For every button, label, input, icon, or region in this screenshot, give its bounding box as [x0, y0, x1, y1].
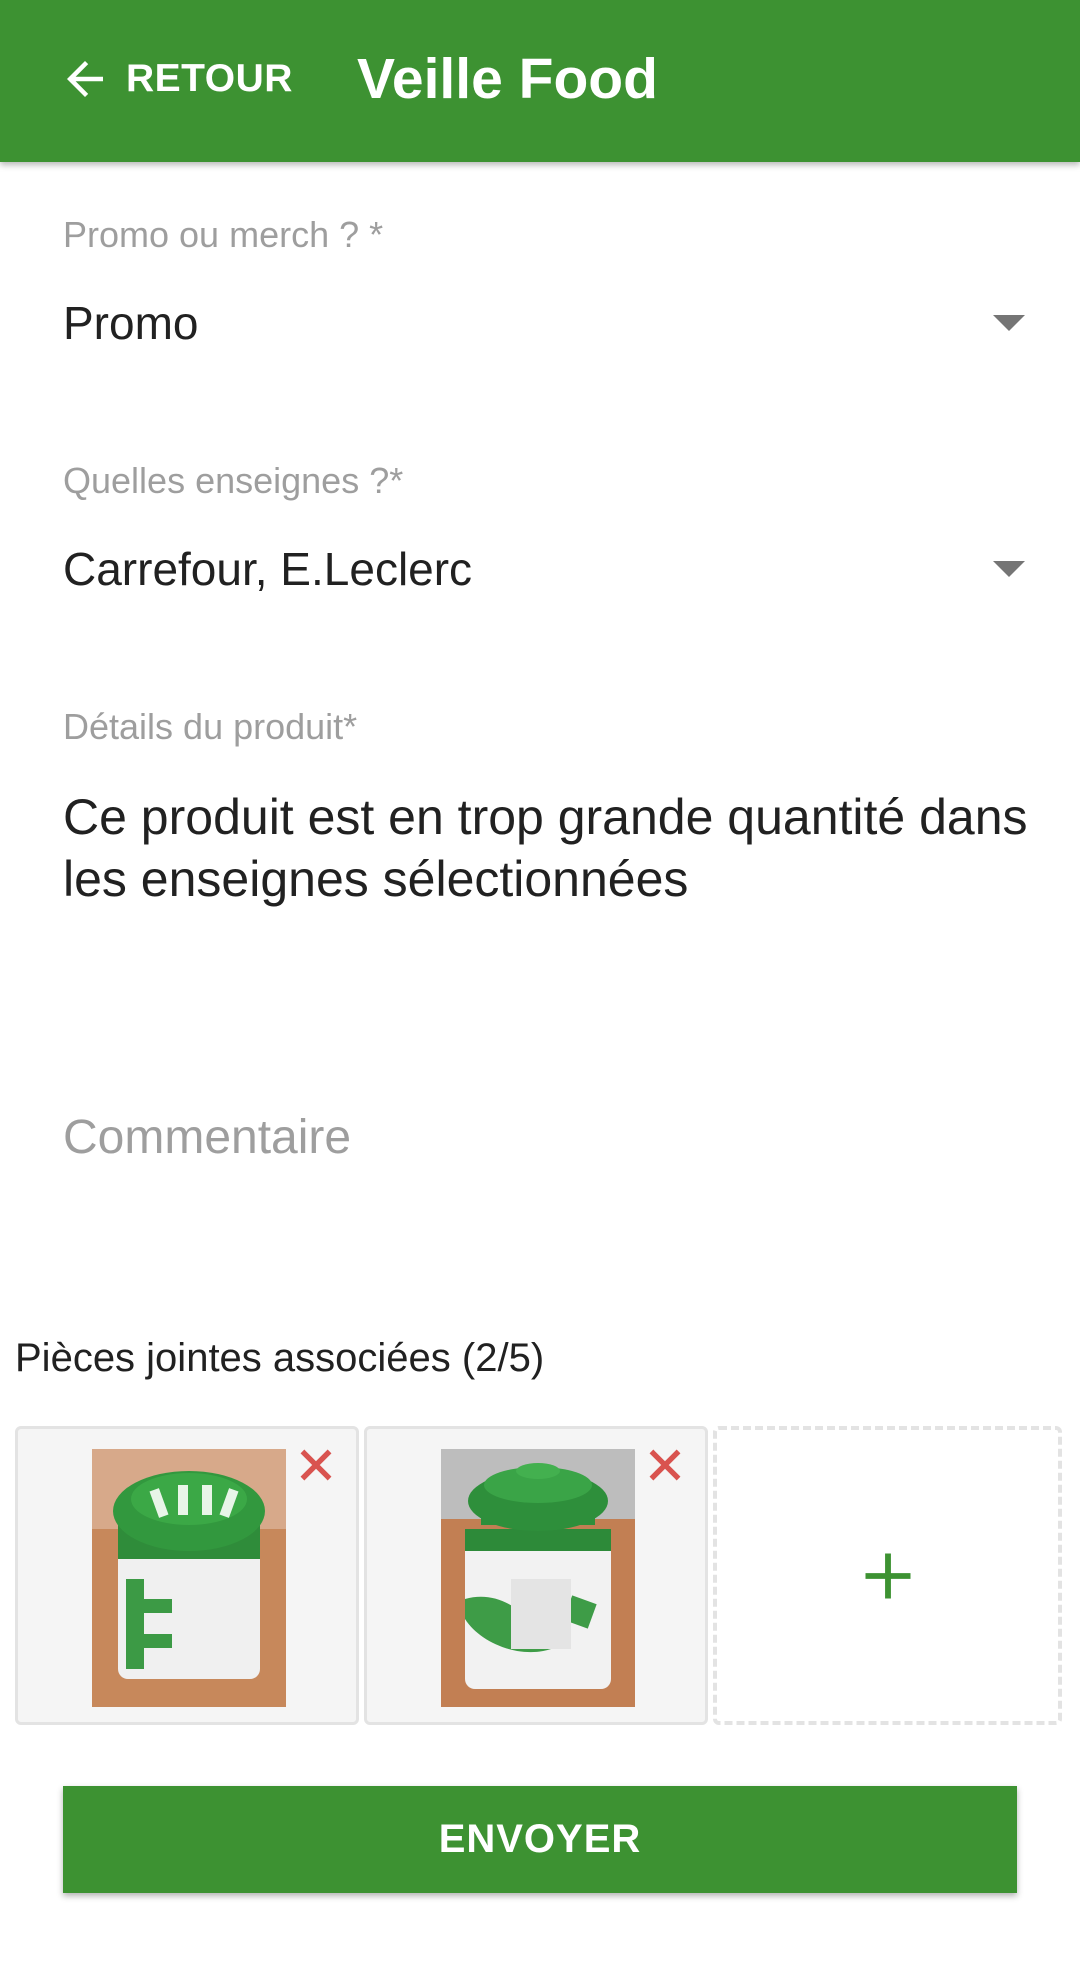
- remove-attachment-button[interactable]: [645, 1445, 685, 1485]
- dropdown-caret-icon: [993, 561, 1025, 577]
- plus-icon: [861, 1549, 915, 1603]
- stores-field-label: Quelles enseignes ?*: [63, 460, 404, 501]
- close-icon: [649, 1449, 681, 1481]
- attachment-item[interactable]: [364, 1426, 708, 1725]
- type-field-label: Promo ou merch ? *: [63, 214, 384, 255]
- stores-select-value: Carrefour, E.Leclerc: [63, 543, 473, 595]
- attachment-thumbnail: [92, 1449, 286, 1707]
- comment-input[interactable]: Commentaire: [63, 1098, 1031, 1178]
- stores-select[interactable]: Carrefour, E.Leclerc: [63, 531, 1031, 607]
- attachment-thumbnail: [441, 1449, 635, 1707]
- type-select-value: Promo: [63, 297, 199, 349]
- page-title: Veille Food: [357, 47, 658, 111]
- arrow-left-icon: [58, 52, 112, 106]
- app-bar: RETOUR Veille Food: [0, 0, 1080, 162]
- add-attachment-button[interactable]: [713, 1426, 1062, 1725]
- attachments-title: Pièces jointes associées (2/5): [15, 1336, 545, 1380]
- details-field-label: Détails du produit*: [63, 706, 358, 747]
- back-button[interactable]: RETOUR: [58, 44, 293, 114]
- details-textarea[interactable]: Ce produit est en trop grande quantité d…: [63, 786, 1031, 910]
- attachments-list: [15, 1426, 1062, 1725]
- attachment-item[interactable]: [15, 1426, 359, 1725]
- back-label: RETOUR: [126, 57, 293, 100]
- close-icon: [300, 1449, 332, 1481]
- dropdown-caret-icon: [993, 315, 1025, 331]
- send-button[interactable]: ENVOYER: [63, 1786, 1017, 1893]
- type-select[interactable]: Promo: [63, 285, 1031, 361]
- remove-attachment-button[interactable]: [296, 1445, 336, 1485]
